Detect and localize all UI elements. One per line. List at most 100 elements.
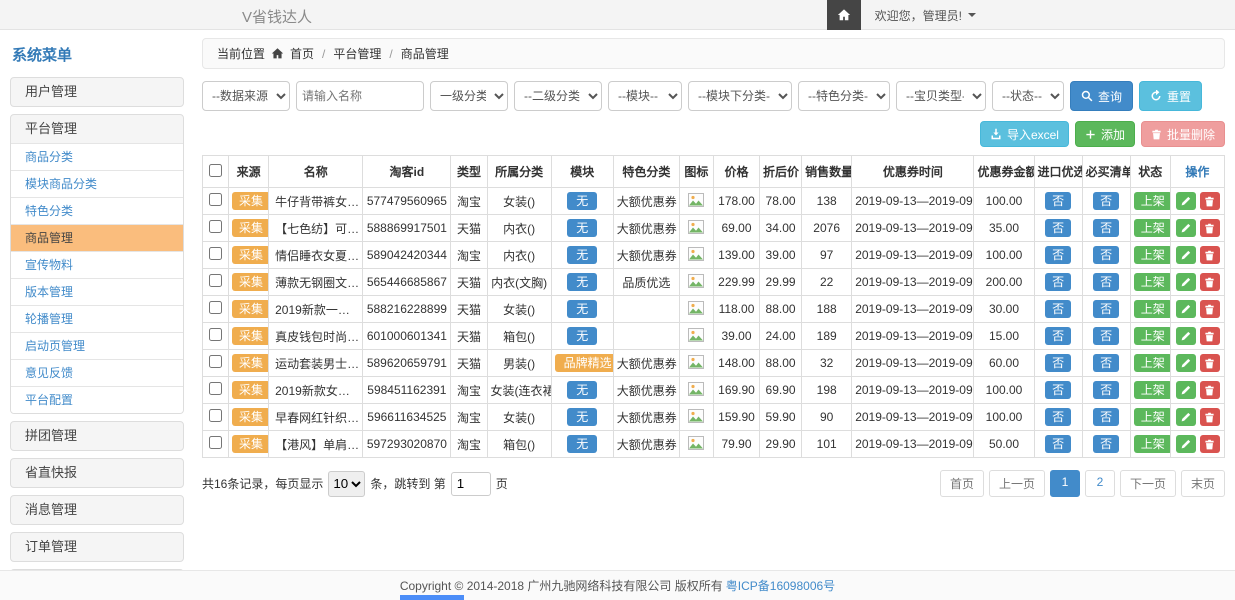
col-header-special: 特色分类: [613, 156, 679, 188]
cell-cb[interactable]: [203, 269, 229, 296]
pager: 首页上一页12下一页末页: [940, 470, 1225, 497]
col-header-coupon_time: 优惠券时间: [852, 156, 974, 188]
pagination-summary: 共16条记录，每页显示 10 条，跳转到 第 页: [202, 471, 508, 497]
cell-cb[interactable]: [203, 323, 229, 350]
row-checkbox[interactable]: [209, 382, 222, 395]
delete-button[interactable]: [1200, 354, 1220, 372]
filter-select-module_sub[interactable]: --模块下分类--: [688, 81, 792, 111]
delete-button[interactable]: [1200, 219, 1220, 237]
edit-button[interactable]: [1176, 408, 1196, 426]
sidebar-subitem-1-1[interactable]: 模块商品分类: [11, 170, 183, 197]
add-button[interactable]: 添加: [1075, 121, 1135, 147]
cell-cb[interactable]: [203, 431, 229, 458]
cell-cb[interactable]: [203, 404, 229, 431]
cell-cb[interactable]: [203, 188, 229, 215]
product-image-icon: [688, 331, 704, 345]
delete-button[interactable]: [1200, 381, 1220, 399]
batch-delete-button[interactable]: 批量删除: [1141, 121, 1225, 147]
footer: Copyright © 2014-2018 广州九驰网络科技有限公司 版权所有 …: [0, 570, 1235, 600]
edit-button[interactable]: [1176, 327, 1196, 345]
per-page-select[interactable]: 10: [328, 471, 365, 497]
filter-select-data_source[interactable]: --数据来源--: [202, 81, 290, 111]
cell-special: 大额优惠券: [613, 404, 679, 431]
sidebar-item-1[interactable]: 平台管理: [11, 115, 183, 143]
delete-button[interactable]: [1200, 300, 1220, 318]
edit-button[interactable]: [1176, 273, 1196, 291]
search-button[interactable]: 查询: [1070, 81, 1133, 111]
page-button-6[interactable]: 末页: [1181, 470, 1225, 497]
cell-category: 女装(连衣裙): [487, 377, 551, 404]
sidebar-subitem-1-6[interactable]: 轮播管理: [11, 305, 183, 332]
row-checkbox[interactable]: [209, 274, 222, 287]
reset-button[interactable]: 重置: [1139, 81, 1202, 111]
cell-discount: 29.90: [760, 431, 802, 458]
edit-button[interactable]: [1176, 219, 1196, 237]
sidebar-item-2[interactable]: 拼团管理: [11, 422, 183, 450]
sidebar-item-3[interactable]: 省直快报: [11, 459, 183, 487]
sidebar-subitem-1-4[interactable]: 宣传物料: [11, 251, 183, 278]
sidebar-subitem-1-8[interactable]: 意见反馈: [11, 359, 183, 386]
edit-button[interactable]: [1176, 300, 1196, 318]
sidebar-subitem-1-0[interactable]: 商品分类: [11, 143, 183, 170]
edit-button[interactable]: [1176, 192, 1196, 210]
breadcrumb-home-link[interactable]: 首页: [290, 45, 314, 62]
delete-button[interactable]: [1200, 192, 1220, 210]
row-checkbox[interactable]: [209, 328, 222, 341]
product-image-icon: [688, 304, 704, 318]
delete-button[interactable]: [1200, 273, 1220, 291]
cell-cb[interactable]: [203, 296, 229, 323]
row-checkbox[interactable]: [209, 193, 222, 206]
edit-button[interactable]: [1176, 381, 1196, 399]
filter-bar: --数据来源-- 一级分类--二级分类----模块----模块下分类----特色分…: [202, 81, 1225, 111]
edit-button[interactable]: [1176, 246, 1196, 264]
row-checkbox[interactable]: [209, 247, 222, 260]
icp-link[interactable]: 粤ICP备16098006号: [726, 577, 835, 594]
import-excel-button[interactable]: 导入excel: [980, 121, 1069, 147]
cell-cb[interactable]: [203, 242, 229, 269]
cell-cb[interactable]: [203, 377, 229, 404]
sidebar-item-5[interactable]: 订单管理: [11, 533, 183, 561]
page-button-4[interactable]: 2: [1085, 470, 1115, 497]
user-menu[interactable]: 欢迎您，管理员!: [861, 7, 990, 24]
filter-select-status[interactable]: --状态--: [992, 81, 1064, 111]
sidebar-subitem-1-9[interactable]: 平台配置: [11, 386, 183, 413]
select-all-checkbox[interactable]: [209, 164, 222, 177]
page-jump-input[interactable]: [451, 472, 491, 496]
cell-import_sel: 否: [1034, 323, 1082, 350]
row-checkbox[interactable]: [209, 409, 222, 422]
row-checkbox[interactable]: [209, 355, 222, 368]
delete-button[interactable]: [1200, 246, 1220, 264]
cell-icon: [679, 404, 713, 431]
row-checkbox[interactable]: [209, 220, 222, 233]
delete-button[interactable]: [1200, 327, 1220, 345]
cell-ops: [1170, 296, 1224, 323]
edit-button[interactable]: [1176, 354, 1196, 372]
cell-cb[interactable]: [203, 215, 229, 242]
page-button-3[interactable]: 1: [1050, 470, 1080, 497]
page-button-5[interactable]: 下一页: [1120, 470, 1176, 497]
edit-button[interactable]: [1176, 435, 1196, 453]
filter-select-module[interactable]: --模块--: [608, 81, 682, 111]
row-checkbox[interactable]: [209, 436, 222, 449]
delete-button[interactable]: [1200, 408, 1220, 426]
cell-cb[interactable]: [203, 350, 229, 377]
row-checkbox[interactable]: [209, 301, 222, 314]
home-button[interactable]: [827, 0, 861, 30]
cell-source: 采集: [229, 242, 269, 269]
sidebar-item-0[interactable]: 用户管理: [11, 78, 183, 106]
delete-button[interactable]: [1200, 435, 1220, 453]
sidebar-subitem-1-3[interactable]: 商品管理: [11, 224, 183, 251]
page-button-1[interactable]: 首页: [940, 470, 984, 497]
filter-select-special[interactable]: --特色分类--: [798, 81, 890, 111]
filter-select-item_type[interactable]: --宝贝类型--: [896, 81, 986, 111]
sidebar-subitem-1-5[interactable]: 版本管理: [11, 278, 183, 305]
sidebar-subitem-1-7[interactable]: 启动页管理: [11, 332, 183, 359]
page-button-2[interactable]: 上一页: [989, 470, 1045, 497]
filter-input-name[interactable]: [296, 81, 424, 111]
cell-must_buy: 否: [1082, 431, 1130, 458]
filter-select-cat2[interactable]: --二级分类--: [514, 81, 602, 111]
sidebar-item-4[interactable]: 消息管理: [11, 496, 183, 524]
sidebar-subitem-1-2[interactable]: 特色分类: [11, 197, 183, 224]
filter-select-cat1[interactable]: 一级分类: [430, 81, 508, 111]
cell-category: 箱包(): [487, 431, 551, 458]
